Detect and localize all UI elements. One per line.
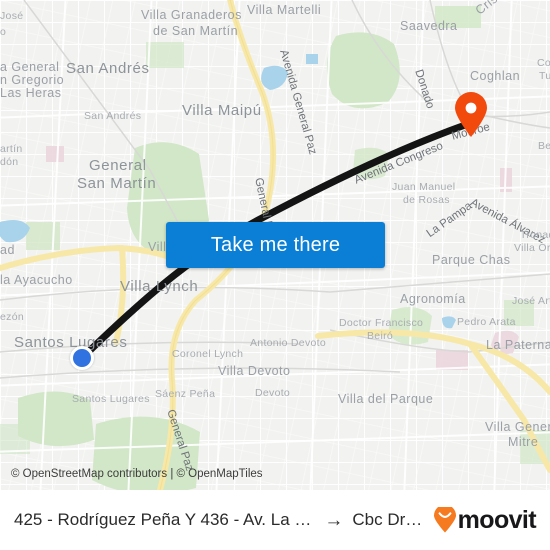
moovit-map-screenshot: Villa Granaderos de San Martín Villa Marte…	[0, 0, 550, 550]
map-attribution[interactable]: © OpenStreetMap contributors | © OpenMap…	[11, 468, 263, 480]
moovit-pin-icon	[433, 507, 456, 533]
map-pin-icon	[455, 92, 487, 137]
arrow-right-icon: →	[324, 509, 344, 531]
moovit-logo[interactable]: moovit	[433, 505, 537, 535]
take-me-there-label: Take me there	[210, 233, 341, 256]
take-me-there-button[interactable]: Take me there	[166, 222, 385, 268]
destination-pin[interactable]	[454, 92, 488, 138]
map-canvas[interactable]: Villa Granaderos de San Martín Villa Marte…	[0, 0, 550, 490]
moovit-wordmark: moovit	[457, 505, 537, 534]
bottom-bar: 425 - Rodríguez Peña Y 436 - Av. La Pla……	[0, 490, 550, 550]
route-destination-label: Cbc Dra…	[352, 510, 427, 529]
origin-dot[interactable]	[70, 346, 94, 370]
route-origin-label: 425 - Rodríguez Peña Y 436 - Av. La Pla…	[14, 510, 316, 529]
route-summary: 425 - Rodríguez Peña Y 436 - Av. La Pla……	[14, 510, 427, 530]
